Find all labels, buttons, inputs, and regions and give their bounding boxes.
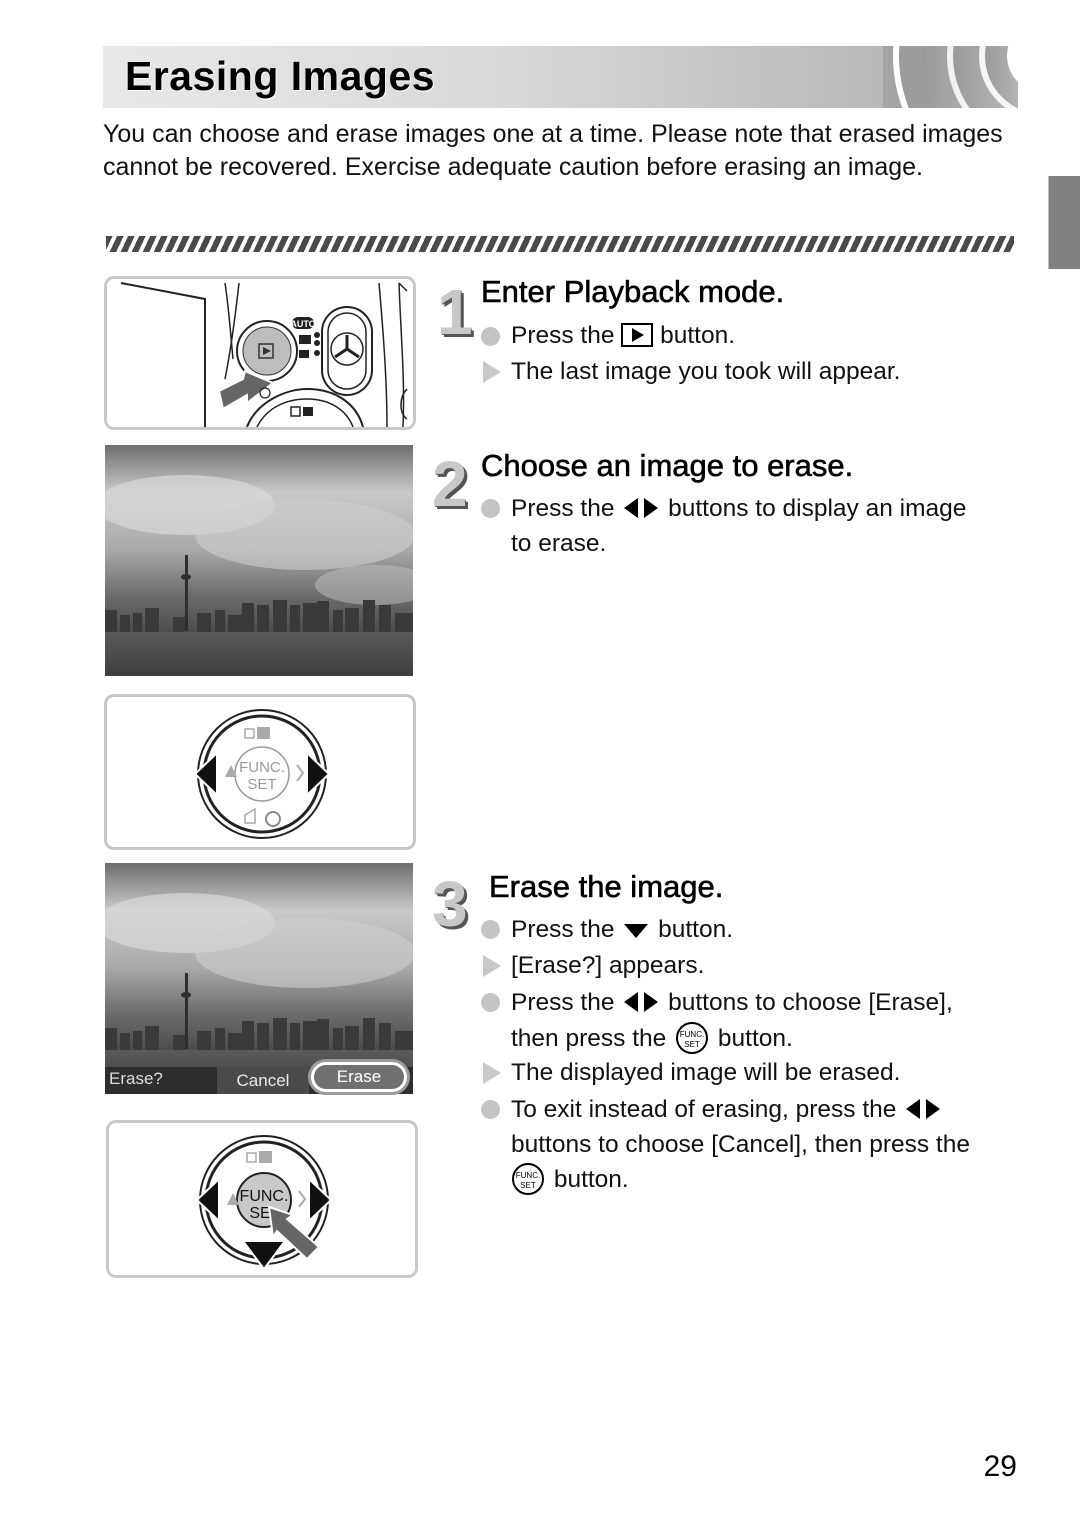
func-set-button-icon: FUNC.SET bbox=[676, 1022, 709, 1054]
step-2-line-1-cont: to erase. bbox=[511, 530, 607, 557]
result-bullet-icon bbox=[483, 1062, 501, 1084]
camera-playback-button-illustration: AUTO bbox=[104, 276, 416, 430]
svg-text:FUNC.: FUNC. bbox=[680, 1030, 704, 1039]
control-dial-func-set-illustration: FUNC. SE bbox=[106, 1120, 418, 1278]
city-skyline-image bbox=[105, 445, 413, 676]
svg-text:FUNC.: FUNC. bbox=[516, 1171, 540, 1180]
section-divider bbox=[106, 236, 1014, 252]
intro-paragraph: You can choose and erase images one at a… bbox=[103, 120, 1003, 181]
step-3-line-5-cont2: FUNC. SET button. bbox=[509, 1162, 629, 1197]
control-dial-drawing: FUNC. SET bbox=[193, 709, 331, 839]
left-right-buttons-icon bbox=[906, 1099, 941, 1119]
page-number: 29 bbox=[983, 1450, 1017, 1483]
left-right-buttons-icon bbox=[624, 992, 659, 1012]
action-bullet-icon bbox=[481, 499, 500, 518]
action-bullet-icon bbox=[481, 920, 500, 939]
svg-text:SET: SET bbox=[684, 1040, 700, 1049]
camera-back-drawing: AUTO bbox=[120, 282, 408, 427]
step-number-2: 2 bbox=[432, 448, 468, 520]
action-bullet-icon bbox=[481, 993, 500, 1012]
svg-text:SET: SET bbox=[520, 1181, 536, 1190]
step-3-line-3-cont: then press the FUNC. SET button. bbox=[511, 1021, 793, 1056]
step-3-line-4: The displayed image will be erased. bbox=[511, 1059, 901, 1086]
step-3-line-5: To exit instead of erasing, press the bbox=[511, 1093, 943, 1127]
func-set-button-icon: FUNC.SET bbox=[512, 1163, 544, 1195]
action-bullet-icon bbox=[481, 1100, 500, 1119]
svg-text:FUNC.: FUNC. bbox=[239, 759, 285, 776]
svg-text:AUTO: AUTO bbox=[290, 319, 315, 329]
playback-button-icon bbox=[621, 323, 654, 347]
skyline-photo bbox=[105, 445, 413, 676]
svg-text:FUNC.: FUNC. bbox=[240, 1188, 289, 1205]
step-number-3: 3 bbox=[432, 868, 468, 940]
result-bullet-icon bbox=[483, 955, 501, 977]
step-2-line-1: Press the buttons to display an image bbox=[511, 495, 967, 522]
erase-prompt-label: Erase? bbox=[109, 1069, 163, 1088]
control-dial-press-func-drawing: FUNC. SE bbox=[195, 1135, 333, 1271]
step-3-title: Erase the image. bbox=[489, 869, 724, 905]
page-title: Erasing Images bbox=[125, 53, 436, 99]
step-2-title: Choose an image to erase. bbox=[481, 448, 854, 484]
step-3-line-3: Press the buttons to choose [Erase], bbox=[511, 989, 953, 1016]
control-dial-left-right-illustration: FUNC. SET bbox=[104, 694, 416, 850]
result-bullet-icon bbox=[483, 361, 501, 383]
step-number-1: 1 bbox=[437, 276, 473, 348]
decorative-rings-icon bbox=[883, 46, 1018, 108]
svg-text:SE: SE bbox=[249, 1205, 270, 1222]
left-right-buttons-icon bbox=[624, 498, 659, 518]
step-1-line-2: The last image you took will appear. bbox=[511, 358, 901, 385]
erase-option[interactable]: Erase bbox=[308, 1059, 410, 1095]
step-1-line-1: Press the button. bbox=[511, 322, 736, 349]
step-3-line-2: [Erase?] appears. bbox=[511, 952, 705, 979]
cancel-option[interactable]: Cancel bbox=[217, 1067, 309, 1094]
svg-text:SET: SET bbox=[247, 776, 276, 793]
step-3-line-5-cont: buttons to choose [Cancel], then press t… bbox=[511, 1131, 970, 1158]
chapter-side-tab bbox=[1048, 176, 1080, 269]
down-button-icon bbox=[624, 924, 649, 938]
step-3-line-1: Press the button. bbox=[511, 916, 734, 943]
action-bullet-icon bbox=[481, 327, 500, 346]
erase-confirm-screen: Erase? Cancel Erase bbox=[105, 863, 417, 1103]
step-1-title: Enter Playback mode. bbox=[481, 274, 785, 310]
title-bar: Erasing Images bbox=[103, 46, 1018, 108]
